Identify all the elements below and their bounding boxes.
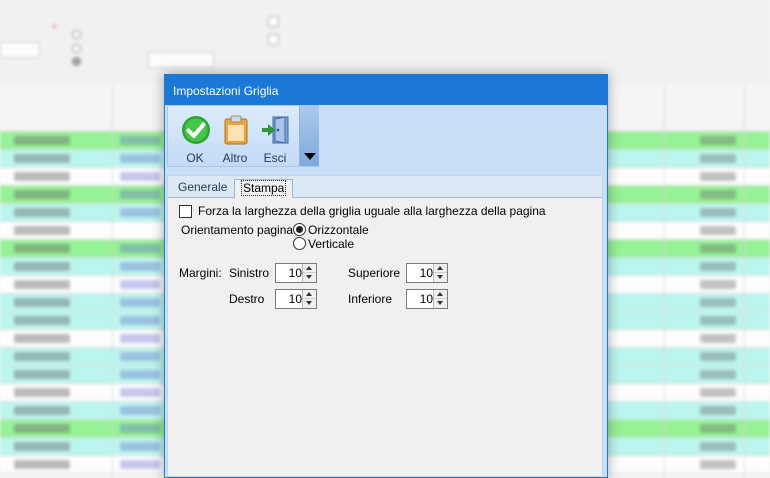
margin-top-label: Superiore — [348, 266, 401, 280]
tab-generale[interactable]: Generale — [172, 179, 233, 197]
spinner-buttons — [302, 264, 316, 282]
margin-bottom-spinner[interactable]: 10 — [406, 289, 448, 309]
altro-button[interactable]: Altro — [215, 111, 255, 165]
margin-bottom-value: 10 — [419, 292, 433, 306]
background-filter-area — [0, 0, 770, 84]
margin-right-spinner[interactable]: 10 — [275, 289, 317, 309]
margin-left-spinner[interactable]: 10 — [275, 263, 317, 283]
spinner-up-icon[interactable] — [303, 264, 316, 273]
tab-stampa-label: Stampa — [241, 180, 287, 196]
background-marker: × — [52, 22, 57, 31]
ok-button[interactable]: OK — [175, 111, 215, 165]
chevron-down-icon — [304, 153, 316, 160]
orizzontale-label: Orizzontale — [308, 223, 369, 237]
toolbar-overflow-button[interactable] — [299, 106, 319, 166]
spinner-down-icon[interactable] — [434, 273, 447, 282]
background-column-divider — [744, 86, 745, 478]
ok-button-label: OK — [186, 151, 204, 165]
check-icon — [182, 116, 210, 144]
spinner-up-icon[interactable] — [303, 290, 316, 299]
margin-bottom-label: Inferiore — [348, 292, 393, 306]
fit-width-label: Forza la larghezza della griglia uguale … — [198, 204, 546, 218]
margin-top-value: 10 — [419, 266, 433, 280]
orizzontale-radio[interactable] — [293, 223, 306, 236]
dialog-title: Impostazioni Griglia — [173, 84, 279, 98]
dialog-title-bar[interactable]: Impostazioni Griglia — [165, 75, 607, 105]
tab-strip: Generale Stampa — [168, 176, 602, 198]
background-column-divider — [112, 86, 113, 478]
exit-door-icon — [262, 116, 289, 144]
background-date-input — [148, 52, 214, 68]
altro-button-label: Altro — [222, 151, 248, 165]
background-radio — [72, 44, 81, 53]
tab-stampa[interactable]: Stampa — [234, 179, 294, 198]
background-column-divider — [664, 86, 665, 478]
tab-generale-label: Generale — [178, 180, 228, 194]
margin-right-label: Destro — [229, 292, 265, 306]
spinner-down-icon[interactable] — [434, 299, 447, 308]
orientation-label: Orientamento pagina: — [181, 223, 297, 237]
esci-button-label: Esci — [263, 151, 287, 165]
margin-top-spinner[interactable]: 10 — [406, 263, 448, 283]
background-checkbox — [268, 16, 279, 27]
spinner-down-icon[interactable] — [303, 299, 316, 308]
background-input — [0, 42, 40, 58]
verticale-label: Verticale — [308, 237, 355, 251]
margin-left-label: Sinistro — [229, 266, 270, 280]
dialog-body: OK Altro Esci Generale Stampa Forza la l… — [165, 105, 607, 477]
spinner-buttons — [433, 264, 447, 282]
margin-right-value: 10 — [288, 292, 302, 306]
esci-button[interactable]: Esci — [255, 111, 295, 165]
background-radio — [72, 57, 81, 66]
spinner-buttons — [433, 290, 447, 308]
background-checkbox — [268, 34, 279, 45]
fit-width-checkbox[interactable] — [179, 205, 192, 218]
spinner-up-icon[interactable] — [434, 264, 447, 273]
spinner-down-icon[interactable] — [303, 273, 316, 282]
margin-left-value: 10 — [288, 266, 302, 280]
verticale-radio[interactable] — [293, 237, 306, 250]
margins-label: Margini: — [179, 266, 222, 280]
spinner-buttons — [302, 290, 316, 308]
grid-settings-dialog: Impostazioni Griglia OK Altro Esci Gener… — [164, 74, 608, 478]
spinner-up-icon[interactable] — [434, 290, 447, 299]
background-radio — [72, 30, 81, 39]
clipboard-icon — [224, 115, 248, 145]
dialog-toolbar: OK Altro Esci — [167, 105, 319, 167]
settings-panel: Generale Stampa Forza la larghezza della… — [167, 175, 603, 477]
